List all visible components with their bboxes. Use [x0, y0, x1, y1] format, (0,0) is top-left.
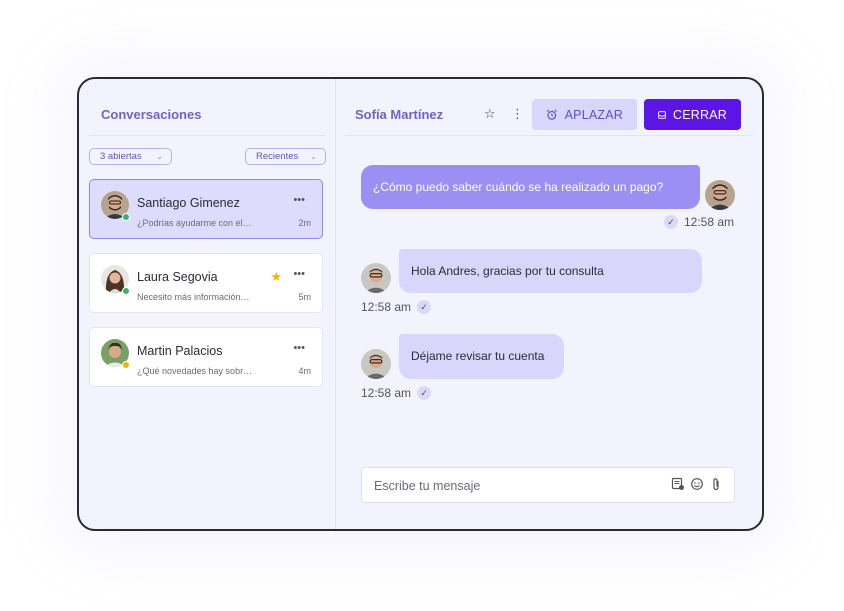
message-input[interactable]	[372, 476, 656, 496]
panel-title: Conversaciones	[101, 107, 202, 122]
conversation-list-panel: Conversaciones 3 abiertas ⌄ Recientes ⌄	[79, 79, 336, 529]
chat-panel: Sofía Martínez ☆ ⋮ APLAZAR CERRAR ¿Cómo …	[336, 79, 762, 529]
message-time: 12:58 am	[361, 300, 412, 314]
conversation-item-martin-palacios[interactable]: Martin Palacios ••• ¿Qué novedades hay s…	[89, 327, 323, 387]
template-icon[interactable]	[671, 477, 685, 491]
divider	[89, 135, 325, 136]
star-icon[interactable]: ★	[270, 269, 282, 285]
kebab-icon[interactable]: ⋮	[511, 106, 524, 122]
snooze-label: APLAZAR	[564, 107, 623, 122]
sort-label: Recientes	[256, 151, 299, 162]
chevron-down-icon: ⌄	[156, 152, 163, 161]
conversation-item-laura-segovia[interactable]: Laura Segovia ★ ••• Necesito más informa…	[89, 253, 323, 313]
message-meta: ✓ 12:58 am	[664, 215, 734, 229]
close-label: CERRAR	[673, 107, 727, 122]
online-status-dot	[122, 287, 130, 295]
conversation-item-santiago-gimenez[interactable]: Santiago Gimenez ••• ¿Podrías ayudarme c…	[89, 179, 323, 239]
message-composer	[361, 467, 735, 503]
message-time: 12:58 am	[684, 215, 735, 229]
avatar	[361, 349, 391, 379]
message-preview: ¿Qué novedades hay sobr…	[137, 366, 253, 376]
emoji-icon[interactable]	[690, 477, 704, 491]
message-preview: Necesito más información…	[137, 292, 250, 302]
more-icon[interactable]: •••	[293, 268, 305, 280]
message-preview: ¿Podrías ayudarme con el…	[137, 218, 252, 228]
attachment-icon[interactable]	[709, 477, 723, 491]
archive-icon	[658, 110, 666, 119]
message-time: 12:58 am	[361, 386, 412, 400]
divider	[345, 135, 753, 136]
timestamp: 2m	[298, 218, 311, 228]
timestamp: 5m	[298, 292, 311, 302]
avatar	[705, 180, 735, 210]
star-icon[interactable]: ☆	[484, 106, 496, 122]
message-meta: 12:58 am ✓	[361, 386, 432, 400]
message-meta: 12:58 am ✓	[361, 300, 432, 314]
contact-name: Martin Palacios	[137, 344, 223, 358]
close-conversation-button[interactable]: CERRAR	[644, 99, 741, 130]
timestamp: 4m	[298, 366, 311, 376]
online-status-dot	[122, 213, 130, 221]
status-filter-dropdown[interactable]: 3 abiertas ⌄	[89, 148, 172, 165]
away-status-dot	[122, 361, 130, 369]
chevron-down-icon: ⌄	[310, 152, 317, 161]
message-bubble-outgoing: ¿Cómo puedo saber cuándo se ha realizado…	[361, 165, 700, 209]
more-icon[interactable]: •••	[293, 342, 305, 354]
status-filter-label: 3 abiertas	[100, 151, 142, 162]
contact-name: Santiago Gimenez	[137, 196, 240, 210]
check-icon: ✓	[664, 215, 678, 229]
alarm-clock-icon	[546, 109, 557, 120]
app-window: Conversaciones 3 abiertas ⌄ Recientes ⌄	[77, 77, 764, 531]
more-icon[interactable]: •••	[293, 194, 305, 206]
check-icon: ✓	[417, 300, 432, 314]
check-icon: ✓	[417, 386, 432, 400]
message-bubble-incoming: Hola Andres, gracias por tu consulta	[399, 249, 702, 293]
contact-name: Laura Segovia	[137, 270, 218, 284]
sort-dropdown[interactable]: Recientes ⌄	[245, 148, 326, 165]
avatar	[361, 263, 391, 293]
snooze-button[interactable]: APLAZAR	[532, 99, 637, 130]
chat-contact-name: Sofía Martínez	[355, 107, 444, 122]
message-bubble-incoming: Déjame revisar tu cuenta	[399, 334, 564, 379]
